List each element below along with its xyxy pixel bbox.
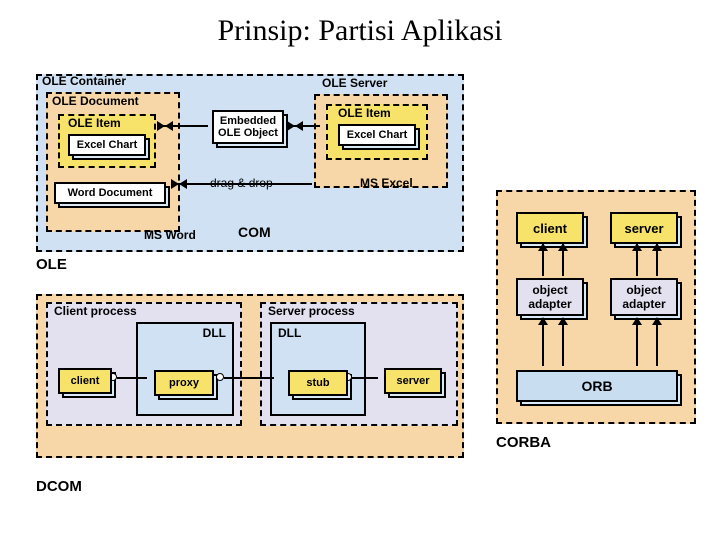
ole-document: OLE Document OLE Item Excel Chart Word D…	[46, 92, 180, 232]
stub-label: stub	[306, 377, 329, 389]
server-label: server	[396, 375, 429, 387]
object-adapter-right: object adapter	[610, 278, 678, 316]
embedded-line1: Embedded	[220, 115, 276, 127]
conn-proxy-stub	[224, 377, 274, 379]
page-title: Prinsip: Partisi Aplikasi	[0, 0, 720, 48]
client-process: Client process DLL proxy client	[46, 302, 242, 426]
oa-right-l1: object	[626, 283, 661, 297]
corba-conn-2b	[656, 244, 658, 276]
corba-conn-4b	[656, 318, 658, 366]
conn-stub-server	[352, 377, 378, 379]
proxy-box: proxy	[154, 370, 214, 396]
corba-conn-3	[542, 318, 544, 366]
orb-label: ORB	[581, 378, 612, 394]
corba-conn-3b	[562, 318, 564, 366]
server-dll: DLL stub	[270, 322, 366, 416]
oa-left-l2: adapter	[528, 297, 571, 311]
corba-conn-4	[636, 318, 638, 366]
oa-right-l2: adapter	[622, 297, 665, 311]
client-dll: DLL proxy	[136, 322, 234, 416]
client-dll-label: DLL	[203, 326, 226, 340]
ole-item-label-left: OLE Item	[68, 116, 121, 130]
word-document-label: Word Document	[68, 187, 153, 199]
corba-client-label: client	[533, 221, 567, 236]
ole-server: OLE Item Excel Chart	[314, 94, 448, 188]
proxy-label: proxy	[169, 377, 199, 389]
arrow-item-embedded	[158, 125, 208, 127]
ole-container-label: OLE Container	[42, 74, 126, 88]
server-dll-label: DLL	[278, 326, 301, 340]
oa-left-l1: object	[532, 283, 567, 297]
client-box: client	[58, 368, 112, 394]
client-label: client	[71, 375, 100, 387]
client-process-label: Client process	[54, 304, 137, 318]
corba-conn-2	[636, 244, 638, 276]
corba-client: client	[516, 212, 584, 244]
excel-chart-label-right: Excel Chart	[347, 129, 408, 141]
corba-section-label: CORBA	[496, 434, 551, 451]
ole-item-right: OLE Item Excel Chart	[326, 104, 428, 160]
corba-conn-1b	[562, 244, 564, 276]
object-adapter-left: object adapter	[516, 278, 584, 316]
server-process: Server process DLL stub server	[260, 302, 458, 426]
server-box: server	[384, 368, 442, 394]
corba-server-label: server	[624, 221, 663, 236]
ms-word-label: MS Word	[144, 228, 196, 242]
corba-conn-1	[542, 244, 544, 276]
ole-section-label: OLE	[36, 256, 67, 273]
excel-chart-label-left: Excel Chart	[77, 139, 138, 151]
embedded-line2: OLE Object	[218, 127, 278, 139]
embedded-ole-object: Embedded OLE Object	[212, 110, 284, 144]
dcom-region: Client process DLL proxy client Server p…	[36, 294, 464, 458]
corba-region: client server object adapter object adap…	[496, 190, 696, 424]
conn-dot-2	[216, 373, 224, 381]
excel-chart-left: Excel Chart	[68, 134, 146, 156]
ole-region: OLE Container OLE Document OLE Item Exce…	[36, 74, 464, 252]
excel-chart-right: Excel Chart	[338, 124, 416, 146]
com-label: COM	[238, 224, 271, 240]
corba-server: server	[610, 212, 678, 244]
arrow-embedded-right	[288, 125, 320, 127]
stub-box: stub	[288, 370, 348, 396]
conn-client-proxy	[117, 377, 147, 379]
server-process-label: Server process	[268, 304, 355, 318]
orb-box: ORB	[516, 370, 678, 402]
ole-item-left: OLE Item Excel Chart	[58, 114, 156, 168]
dcom-section-label: DCOM	[36, 478, 82, 495]
arrow-word-excel	[172, 183, 312, 185]
ole-item-label-right: OLE Item	[338, 106, 391, 120]
ms-excel-label: MS Excel	[360, 176, 413, 190]
word-document-box: Word Document	[54, 182, 166, 204]
ole-server-label: OLE Server	[322, 76, 387, 90]
ole-document-label: OLE Document	[52, 94, 139, 108]
